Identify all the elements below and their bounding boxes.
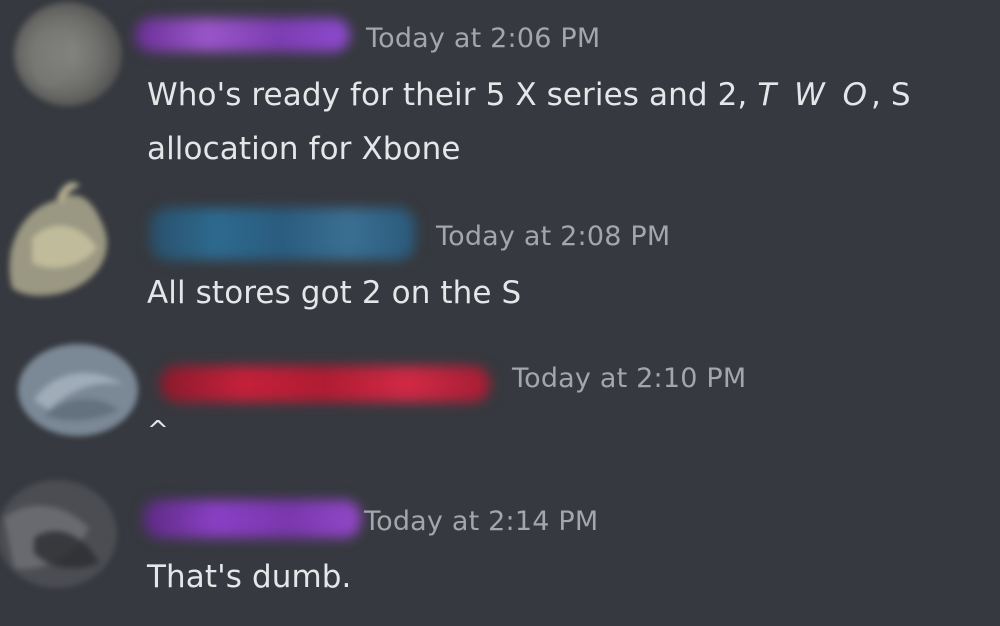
message-content: That's dumb.: [147, 559, 352, 595]
message-content: ^: [147, 416, 169, 446]
avatar-image: [9, 182, 108, 296]
message-timestamp: Today at 2:06 PM: [366, 23, 601, 54]
message-timestamp: Today at 2:08 PM: [436, 221, 671, 252]
message-content: All stores got 2 on the S: [147, 275, 522, 311]
avatar-image: [0, 480, 117, 588]
avatar-image: [18, 344, 138, 436]
username-redacted[interactable]: [150, 208, 415, 260]
user-avatar[interactable]: [14, 340, 142, 440]
user-avatar[interactable]: [0, 478, 120, 590]
username-redacted[interactable]: [143, 500, 361, 538]
message-text-italic: T W O: [757, 77, 872, 113]
user-avatar[interactable]: [10, 0, 128, 110]
message-timestamp: Today at 2:10 PM: [512, 363, 747, 394]
message-content: Who's ready for their 5 X series and 2, …: [147, 68, 967, 176]
message-timestamp: Today at 2:14 PM: [364, 506, 599, 537]
user-avatar[interactable]: [2, 178, 120, 298]
avatar-image: [14, 2, 122, 106]
message-text: Who's ready for their 5 X series and 2,: [147, 77, 758, 113]
username-redacted[interactable]: [135, 18, 350, 52]
username-redacted[interactable]: [160, 366, 490, 402]
chat-message-list: Today at 2:06 PM Who's ready for their 5…: [0, 0, 1000, 626]
